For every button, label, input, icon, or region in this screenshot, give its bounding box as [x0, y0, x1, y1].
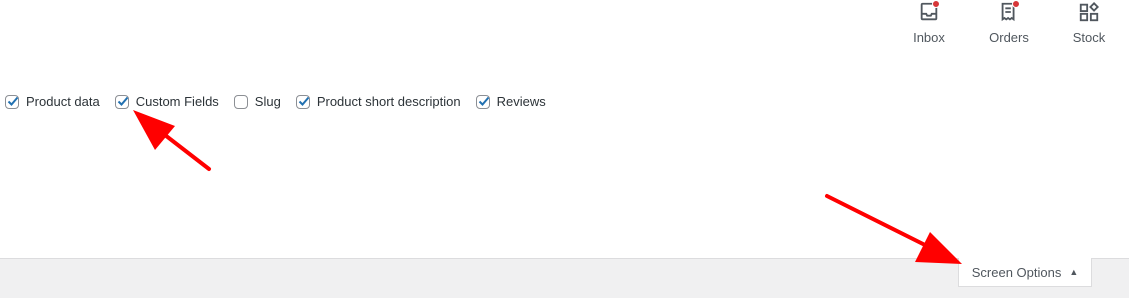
- screen-options-checkboxes: Product data Custom Fields Slug Product …: [5, 94, 561, 109]
- option-label: Product data: [26, 94, 100, 109]
- checkbox-product-short-description[interactable]: [295, 94, 310, 109]
- checkbox-reviews[interactable]: [475, 94, 490, 109]
- inbox-icon: [918, 0, 940, 24]
- activity-tab-orders[interactable]: Orders: [969, 0, 1049, 50]
- activity-tab-inbox[interactable]: Inbox: [889, 0, 969, 50]
- activity-tab-label: Orders: [989, 30, 1029, 45]
- activity-tab-label: Inbox: [913, 30, 945, 45]
- activity-tab-label: Stock: [1072, 30, 1106, 45]
- option-product-data[interactable]: Product data: [5, 94, 100, 109]
- option-label: Custom Fields: [135, 94, 219, 109]
- option-label: Slug: [254, 94, 281, 109]
- notification-dot: [932, 0, 940, 8]
- screen-options-button[interactable]: Screen Options ▲: [958, 258, 1092, 287]
- option-label: Reviews: [496, 94, 546, 109]
- stock-icon: [1078, 0, 1100, 24]
- checkbox-slug[interactable]: [233, 94, 248, 109]
- activity-panel: Inbox Orders Stock: [889, 0, 1129, 50]
- option-label: Product short description: [316, 94, 461, 109]
- option-product-short-description[interactable]: Product short description: [295, 94, 461, 109]
- activity-tab-stock[interactable]: Stock: [1049, 0, 1129, 50]
- annotation-arrow-custom-fields: [133, 110, 211, 171]
- checkbox-custom-fields[interactable]: [114, 94, 129, 109]
- annotation-arrow-screen-options: [825, 194, 962, 264]
- checkbox-product-data[interactable]: [5, 94, 19, 109]
- orders-icon: [998, 0, 1020, 24]
- option-slug[interactable]: Slug: [233, 94, 281, 109]
- option-reviews[interactable]: Reviews: [475, 94, 546, 109]
- option-custom-fields[interactable]: Custom Fields: [114, 94, 219, 109]
- notification-dot: [1012, 0, 1020, 8]
- caret-up-icon: ▲: [1069, 267, 1079, 277]
- screen-options-label: Screen Options: [971, 264, 1062, 280]
